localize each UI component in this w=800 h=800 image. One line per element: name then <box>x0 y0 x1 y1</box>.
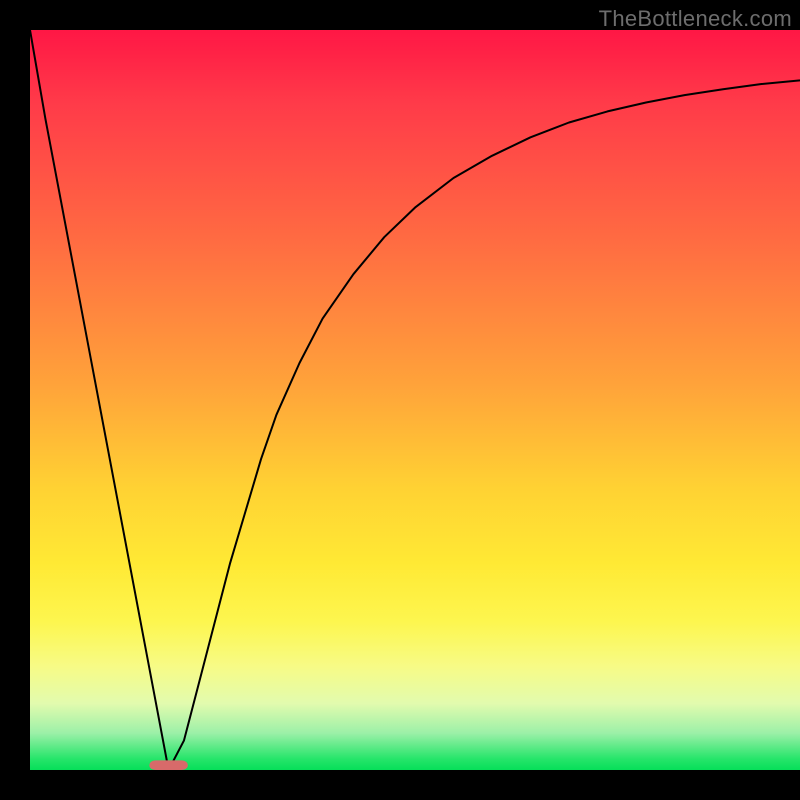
minimum-marker <box>149 760 188 770</box>
bottleneck-curve <box>30 30 800 770</box>
plot-area <box>30 30 800 770</box>
watermark-text: TheBottleneck.com <box>599 6 792 32</box>
chart-frame: TheBottleneck.com <box>0 0 800 800</box>
curve-layer <box>30 30 800 770</box>
